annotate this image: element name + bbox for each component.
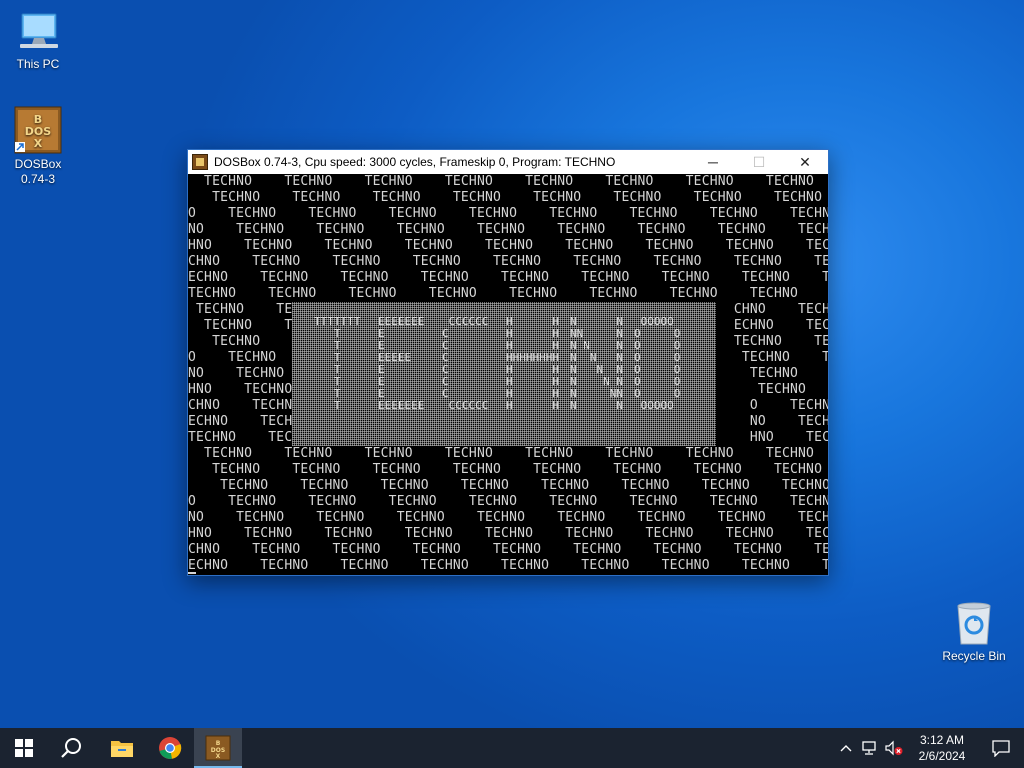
search-icon bbox=[61, 738, 81, 758]
logo-letter-o: OOOOO O O O O O O O O O O O O OOOOO bbox=[634, 315, 681, 412]
dosbox-icon bbox=[192, 154, 208, 170]
logo-letter-n: N N NN N N N N N N N N N N N N N N NN N … bbox=[570, 315, 623, 412]
taskbar: B DOS X 3:12 AM 2/6/2024 bbox=[0, 728, 1024, 768]
dos-text-row: HNO TECHNO TECHNO TECHNO TECHNO TECHNO T… bbox=[188, 526, 828, 541]
dos-text-row: TECHNO TECHNO TECHNO TECHNO TECHNO TECHN… bbox=[212, 462, 823, 477]
dos-text-row: CHNO TECHNO TECHNO TECHNO TECHNO TECHNO … bbox=[188, 542, 828, 557]
network-button[interactable] bbox=[858, 728, 882, 768]
logo-letter-t: TTTTTTT T T T T T T T bbox=[314, 315, 361, 412]
dosbox-icon: B DOS X bbox=[14, 106, 62, 154]
dos-text-row: TECHNO TECHNO TECHNO TECHNO TECHNO TECHN… bbox=[188, 190, 828, 205]
taskbar-dosbox[interactable]: B DOS X bbox=[194, 728, 242, 768]
dos-screen[interactable]: TECHNO TECHNO TECHNO TECHNO TECHNO TECHN… bbox=[188, 174, 828, 574]
desktop-icon-dosbox[interactable]: B DOS X DOSBox 0.74-3 bbox=[2, 106, 74, 187]
clock-date: 2/6/2024 bbox=[918, 749, 966, 763]
search-button[interactable] bbox=[48, 728, 96, 768]
maximize-button[interactable]: ☐ bbox=[736, 150, 782, 174]
show-hidden-icons-button[interactable] bbox=[834, 728, 858, 768]
window-title: DOSBox 0.74-3, Cpu speed: 3000 cycles, F… bbox=[214, 155, 616, 169]
text-cursor bbox=[188, 572, 196, 574]
dos-text-row: HNO TECHNO TECHNO TECHNO TECHNO TECHNO T… bbox=[188, 238, 828, 253]
logo-letter-c: CCCCCC C C C C C C CCCCCC bbox=[442, 315, 489, 412]
dos-text-row: TECHNO TECHNO TECHNO TECHNO TECHNO TECHN… bbox=[220, 478, 828, 493]
desktop-icon-label: Recycle Bin bbox=[942, 649, 1006, 663]
svg-text:X: X bbox=[34, 137, 43, 150]
window-titlebar[interactable]: DOSBox 0.74-3, Cpu speed: 3000 cycles, F… bbox=[188, 150, 828, 174]
windows-start-icon bbox=[15, 739, 33, 757]
notification-icon bbox=[992, 740, 1010, 757]
recycle-bin-icon bbox=[952, 600, 996, 646]
dosbox-window[interactable]: DOSBox 0.74-3, Cpu speed: 3000 cycles, F… bbox=[187, 149, 829, 576]
dos-text-row: ECHNO TECHNO TECHNO TECHNO TECHNO TECHNO… bbox=[188, 558, 828, 573]
system-tray: 3:12 AM 2/6/2024 bbox=[834, 728, 1024, 768]
volume-button[interactable] bbox=[882, 728, 906, 768]
chrome-icon bbox=[159, 737, 182, 759]
desktop-icon-this-pc[interactable]: This PC bbox=[2, 10, 74, 72]
logo-letter-e: EEEEEEE E E EEEEE E E E EEEEEEE bbox=[378, 315, 425, 412]
logo-letter-h: H H H H H H HHHHHHHH H H H H H H H H bbox=[506, 315, 559, 412]
chevron-up-icon bbox=[840, 745, 852, 752]
folder-icon bbox=[111, 741, 133, 757]
minimize-button[interactable]: ─ bbox=[690, 150, 736, 174]
desktop-icon-label: This PC bbox=[16, 57, 60, 71]
dos-text-row: CHNO TECHNO TECHNO TECHNO TECHNO TECHNO … bbox=[188, 254, 828, 269]
svg-text:X: X bbox=[216, 753, 221, 760]
desktop-icon-label: DOSBox bbox=[14, 157, 62, 171]
dos-text-row: NO TECHNO TECHNO TECHNO TECHNO TECHNO TE… bbox=[188, 510, 828, 525]
start-button[interactable] bbox=[0, 728, 48, 768]
dos-text-row: ECHNO TECHNO TECHNO TECHNO TECHNO TECHNO… bbox=[188, 270, 828, 285]
network-icon bbox=[862, 741, 876, 755]
dos-text-row: TECHNO TECHNO TECHNO TECHNO TECHNO TECHN… bbox=[188, 446, 828, 461]
clock-time: 3:12 AM bbox=[919, 733, 965, 747]
desktop-icon-recycle-bin[interactable]: Recycle Bin bbox=[938, 600, 1010, 664]
dos-text-row: O TECHNO TECHNO TECHNO TECHNO TECHNO TEC… bbox=[188, 206, 828, 221]
taskbar-clock[interactable]: 3:12 AM 2/6/2024 bbox=[906, 732, 978, 764]
taskbar-chrome[interactable] bbox=[146, 728, 194, 768]
action-center-button[interactable] bbox=[978, 728, 1024, 768]
dos-text-row: NO TECHNO TECHNO TECHNO TECHNO TECHNO TE… bbox=[188, 222, 828, 237]
desktop-icon-label-2: 0.74-3 bbox=[20, 172, 56, 186]
dosbox-icon: B DOS X bbox=[205, 735, 231, 761]
dos-text-row: TECHNO TECHNO TECHNO TECHNO TECHNO TECHN… bbox=[188, 286, 828, 301]
dos-text-row: O TECHNO TECHNO TECHNO TECHNO TECHNO TEC… bbox=[188, 494, 828, 509]
computer-icon bbox=[16, 10, 60, 54]
svg-text:B: B bbox=[216, 740, 221, 747]
dos-text-row: TECHNO TECHNO TECHNO TECHNO TECHNO TECHN… bbox=[188, 174, 828, 189]
close-button[interactable]: ✕ bbox=[782, 150, 828, 174]
volume-muted-icon bbox=[885, 740, 903, 756]
techno-logo-block: TTTTTTT T T T T T T T EEEEEEE E E EEEEE … bbox=[292, 302, 716, 446]
taskbar-file-explorer[interactable] bbox=[98, 728, 146, 768]
